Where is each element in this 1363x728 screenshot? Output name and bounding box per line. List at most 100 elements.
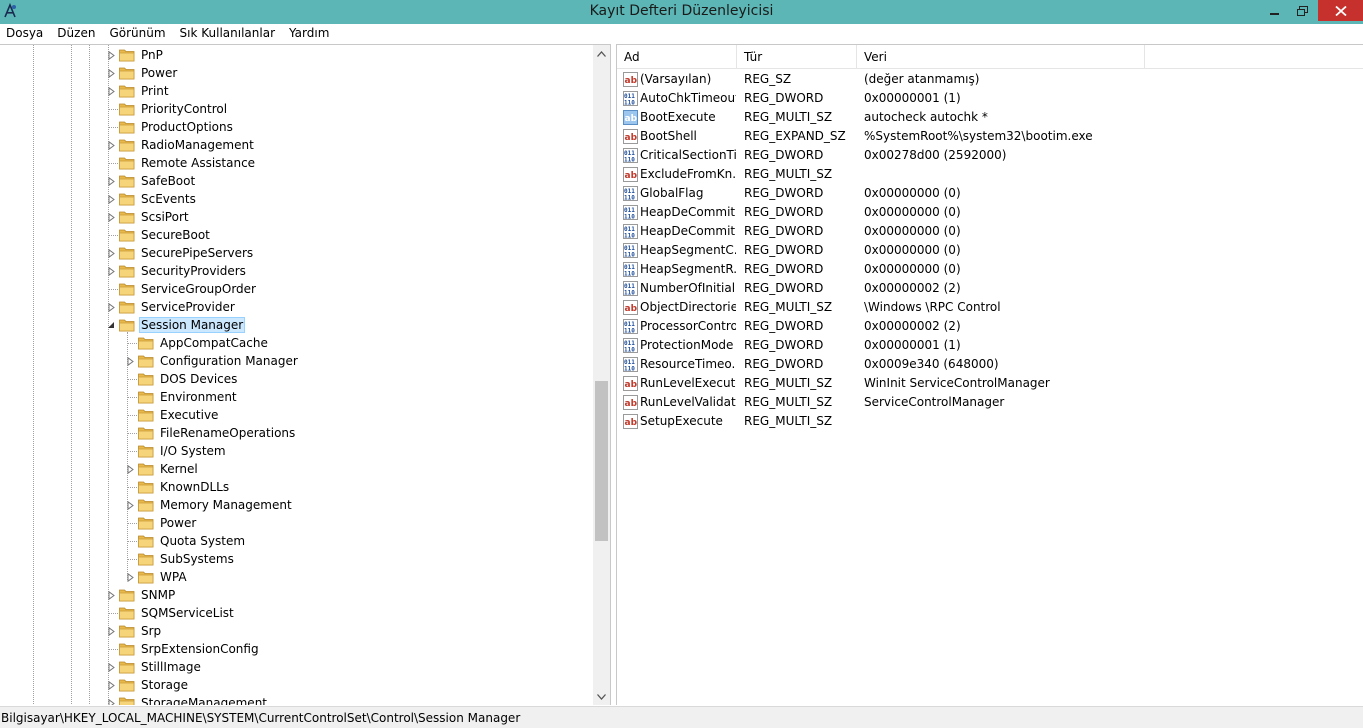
menu-file[interactable]: Dosya <box>0 25 50 42</box>
tree-item[interactable]: SubSystems <box>127 550 236 568</box>
tree-item[interactable]: Quota System <box>127 532 247 550</box>
list-row[interactable]: 011 110 ProcessorControl REG_DWORD 0x00000… <box>617 317 1363 336</box>
tree-item[interactable]: SecureBoot <box>108 226 212 244</box>
list-row[interactable]: ab RunLevelExecute REG_MULTI_SZ WinInit Se… <box>617 374 1363 393</box>
expand-toggle[interactable] <box>106 248 116 258</box>
expand-toggle[interactable] <box>106 194 116 204</box>
list-row[interactable]: ab ExcludeFromKn... REG_MULTI_SZ <box>617 165 1363 184</box>
expand-toggle[interactable] <box>125 464 135 474</box>
list-row[interactable]: 011 110 AutoChkTimeout REG_DWORD 0x0000000… <box>617 89 1363 108</box>
tree-item[interactable]: ServiceProvider <box>108 298 237 316</box>
tree-item[interactable]: PriorityControl <box>108 100 229 118</box>
expand-toggle[interactable] <box>106 266 116 276</box>
list-row[interactable]: 011 110 CriticalSectionTi... REG_DWORD 0x0… <box>617 146 1363 165</box>
list-row[interactable]: 011 110 ProtectionMode REG_DWORD 0x0000000… <box>617 336 1363 355</box>
expand-toggle[interactable] <box>106 50 116 60</box>
tree-item[interactable]: Storage <box>108 676 190 694</box>
column-header-name[interactable]: Ad <box>617 45 737 69</box>
tree-item[interactable]: SafeBoot <box>108 172 197 190</box>
menu-edit[interactable]: Düzen <box>50 25 102 42</box>
expand-toggle[interactable] <box>106 212 116 222</box>
maximize-button[interactable] <box>1288 0 1316 21</box>
tree-item[interactable]: FileRenameOperations <box>127 424 297 442</box>
list-row[interactable]: 011 110 HeapDeCommit... REG_DWORD 0x000000… <box>617 203 1363 222</box>
tree-item[interactable]: WPA <box>127 568 189 586</box>
expand-toggle[interactable] <box>106 302 116 312</box>
tree-item[interactable]: RadioManagement <box>108 136 256 154</box>
tree-item[interactable]: Power <box>108 64 179 82</box>
tree-item[interactable]: AppCompatCache <box>127 334 270 352</box>
expand-toggle[interactable] <box>106 590 116 600</box>
close-button[interactable] <box>1318 0 1363 21</box>
tree-item[interactable]: SrpExtensionConfig <box>108 640 261 658</box>
tree-item[interactable]: Session Manager <box>108 316 246 334</box>
tree-item[interactable]: StillImage <box>108 658 203 676</box>
list-row[interactable]: ab BootExecute REG_MULTI_SZ autocheck auto… <box>617 108 1363 127</box>
tree-item[interactable]: Remote Assistance <box>108 154 257 172</box>
tree-item[interactable]: Kernel <box>127 460 200 478</box>
collapse-toggle[interactable] <box>106 320 116 330</box>
expand-toggle[interactable] <box>106 176 116 186</box>
expand-toggle[interactable] <box>125 500 135 510</box>
value-name: RunLevelValidate <box>640 395 736 409</box>
list-row[interactable]: 011 110 HeapDeCommit... REG_DWORD 0x000000… <box>617 222 1363 241</box>
list-row[interactable]: 011 110 NumberOfInitial... REG_DWORD 0x000… <box>617 279 1363 298</box>
tree-item[interactable]: Environment <box>127 388 239 406</box>
folder-icon <box>119 139 135 152</box>
tree-item[interactable]: ServiceGroupOrder <box>108 280 258 298</box>
values-list[interactable]: Ad Tür Veri ab (Varsayılan) REG_SZ (değer … <box>616 44 1363 705</box>
list-row[interactable]: ab (Varsayılan) REG_SZ (değer atanmamış) <box>617 70 1363 89</box>
expand-toggle[interactable] <box>106 626 116 636</box>
expand-arrow-icon <box>108 248 115 258</box>
tree-item[interactable]: PnP <box>108 46 165 64</box>
expand-toggle[interactable] <box>106 662 116 672</box>
tree-item[interactable]: Memory Management <box>127 496 294 514</box>
scroll-down-button[interactable] <box>593 688 610 705</box>
tree-item[interactable]: SecurePipeServers <box>108 244 255 262</box>
list-row[interactable]: 011 110 HeapSegmentR... REG_DWORD 0x000000… <box>617 260 1363 279</box>
list-row[interactable]: 011 110 GlobalFlag REG_DWORD 0x00000000 (0… <box>617 184 1363 203</box>
list-row[interactable]: ab SetupExecute REG_MULTI_SZ <box>617 412 1363 431</box>
expand-toggle[interactable] <box>106 680 116 690</box>
menu-help[interactable]: Yardım <box>282 25 336 42</box>
value-data: (değer atanmamış) <box>864 72 980 86</box>
tree-item[interactable]: KnownDLLs <box>127 478 231 496</box>
expand-toggle[interactable] <box>106 140 116 150</box>
folder-icon <box>119 85 135 98</box>
expand-toggle[interactable] <box>125 572 135 582</box>
tree-item[interactable]: ScsiPort <box>108 208 191 226</box>
expand-toggle[interactable] <box>125 356 135 366</box>
list-row[interactable]: ab BootShell REG_EXPAND_SZ %SystemRoot%\sy… <box>617 127 1363 146</box>
tree-item[interactable]: Print <box>108 82 171 100</box>
registry-tree[interactable]: PnP Power Print PriorityControl ProductO… <box>0 44 611 705</box>
menu-view[interactable]: Görünüm <box>102 25 172 42</box>
tree-item[interactable]: Power <box>127 514 198 532</box>
tree-item[interactable]: Executive <box>127 406 220 424</box>
minimize-button[interactable] <box>1262 0 1288 21</box>
tree-item[interactable]: I/O System <box>127 442 228 460</box>
menu-favorites[interactable]: Sık Kullanılanlar <box>173 25 282 42</box>
column-header-data[interactable]: Veri <box>857 45 1145 69</box>
value-name: RunLevelExecute <box>640 376 736 390</box>
tree-item[interactable]: Srp <box>108 622 163 640</box>
expand-toggle[interactable] <box>106 86 116 96</box>
tree-item[interactable]: SNMP <box>108 586 177 604</box>
list-row[interactable]: ab RunLevelValidate REG_MULTI_SZ ServiceCo… <box>617 393 1363 412</box>
tree-item[interactable]: DOS Devices <box>127 370 239 388</box>
list-row[interactable]: ab ObjectDirectories REG_MULTI_SZ \Windows… <box>617 298 1363 317</box>
expand-toggle[interactable] <box>106 698 116 705</box>
tree-item[interactable]: Configuration Manager <box>127 352 300 370</box>
list-row[interactable]: 011 110 HeapSegmentC... REG_DWORD 0x000000… <box>617 241 1363 260</box>
tree-item[interactable]: SQMServiceList <box>108 604 236 622</box>
tree-item[interactable]: StorageManagement <box>108 694 269 705</box>
tree-item[interactable]: ProductOptions <box>108 118 235 136</box>
tree-scrollbar[interactable] <box>593 45 610 705</box>
tree-item[interactable]: SecurityProviders <box>108 262 248 280</box>
scroll-up-button[interactable] <box>593 45 610 62</box>
scrollbar-thumb[interactable] <box>595 381 608 541</box>
value-data: ServiceControlManager <box>864 395 1005 409</box>
expand-toggle[interactable] <box>106 68 116 78</box>
tree-item[interactable]: ScEvents <box>108 190 198 208</box>
list-row[interactable]: 011 110 ResourceTimeo... REG_DWORD 0x0009e… <box>617 355 1363 374</box>
column-header-type[interactable]: Tür <box>737 45 857 69</box>
